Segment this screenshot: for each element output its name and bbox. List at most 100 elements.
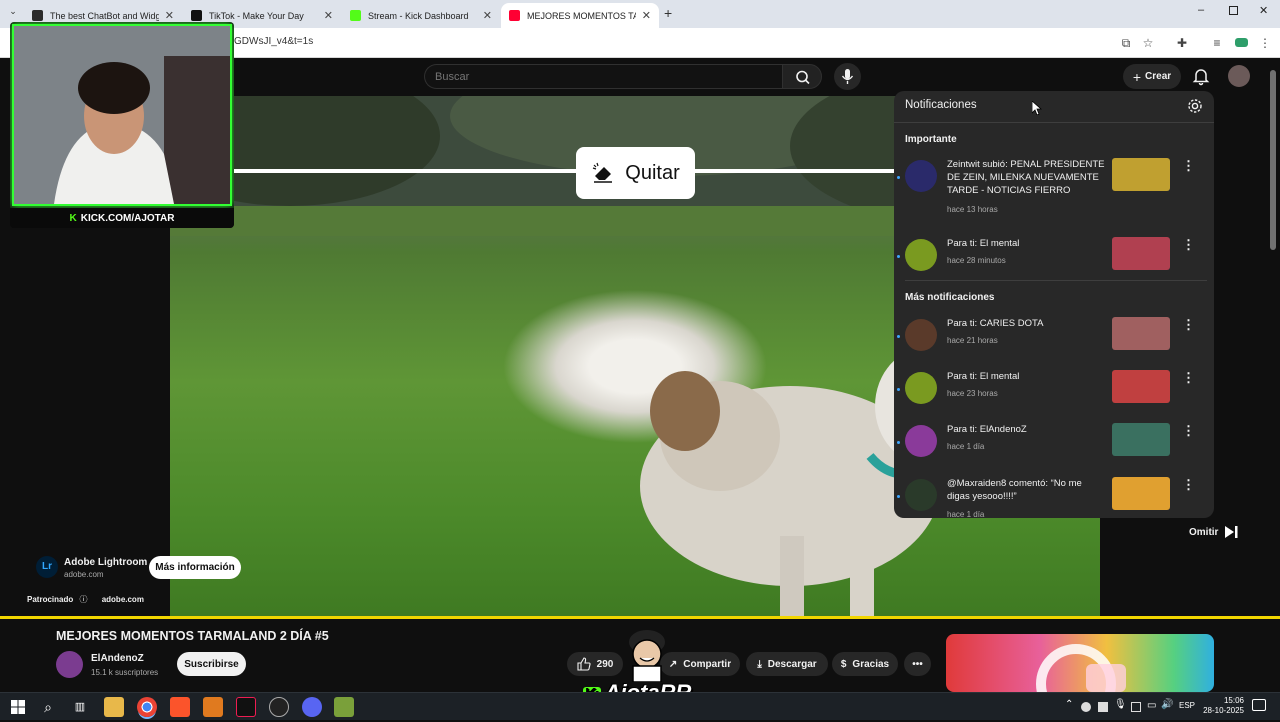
unread-dot <box>897 176 900 179</box>
windows-taskbar: ⌕ ▥ ⌃ 🎙 ▭ 🔊 ESP 15:06 28-10-2025 <box>0 692 1280 720</box>
mouse-cursor-icon <box>1032 101 1042 115</box>
webcam-frame <box>12 24 232 206</box>
subscriber-count: 15.1 k suscriptores <box>91 668 159 677</box>
unread-dot <box>897 441 900 444</box>
close-window-icon[interactable]: ✕ <box>1259 4 1268 17</box>
new-tab-icon[interactable]: + <box>664 5 672 21</box>
browser-tab[interactable]: Stream - Kick Dashboard ✕ <box>342 3 500 28</box>
browser-menu-icon[interactable]: ⋮ <box>1257 35 1273 51</box>
channel-avatar[interactable] <box>56 651 83 678</box>
media-control-icon[interactable]: ≡ <box>1209 35 1225 51</box>
more-vert-icon[interactable]: ⋮ <box>1182 424 1195 440</box>
tab-favicon-icon <box>32 10 43 21</box>
thumbs-up-icon <box>577 657 591 671</box>
notification-avatar <box>905 479 937 511</box>
search-input[interactable] <box>425 65 782 88</box>
sponsored-domain[interactable]: adobe.com <box>102 595 144 604</box>
profile-icon[interactable] <box>1233 35 1249 51</box>
info-icon[interactable]: ⓘ <box>79 595 87 604</box>
create-button[interactable]: + Crear <box>1123 64 1181 89</box>
notification-time: hace 28 minutos <box>947 256 1006 265</box>
more-info-button[interactable]: Más información <box>149 556 241 579</box>
streamer-webcam: K KICK.COM/AJOTAR <box>10 22 234 228</box>
skip-icon <box>1225 526 1238 538</box>
more-vert-icon[interactable]: ⋮ <box>1182 238 1195 254</box>
network-icon[interactable]: ▭ <box>1147 700 1156 711</box>
subscribe-button[interactable]: Suscribirse <box>177 652 246 676</box>
notification-thumbnail <box>1112 370 1170 403</box>
app-icon[interactable] <box>334 697 354 717</box>
search-box[interactable] <box>424 64 782 89</box>
notification-item[interactable]: Para ti: El mental hace 23 horas ⋮ <box>894 370 1214 422</box>
tab-search-button[interactable]: ⌄ <box>6 6 20 20</box>
section-more-heading: Más notificaciones <box>905 292 995 303</box>
voice-search-button[interactable] <box>834 63 861 90</box>
skip-label: Omitir <box>1189 526 1219 538</box>
windows-start-icon[interactable] <box>8 697 28 717</box>
chrome-icon[interactable] <box>137 697 157 717</box>
notification-item[interactable]: @Maxraiden8 comentó: “No me digas yesooo… <box>894 477 1214 518</box>
notification-time: hace 13 horas <box>947 205 998 214</box>
download-label: Descargar <box>767 658 817 670</box>
notification-thumbnail <box>1112 477 1170 510</box>
minimize-icon[interactable]: – <box>1198 4 1204 16</box>
volume-icon[interactable]: 🔊 <box>1161 699 1173 710</box>
close-tab-icon[interactable]: ✕ <box>642 9 651 22</box>
thanks-label: Gracias <box>852 658 890 670</box>
close-tab-icon[interactable]: ✕ <box>483 9 492 22</box>
notification-item[interactable]: Para ti: El mental hace 28 minutos ⋮ <box>894 237 1214 289</box>
obs-icon[interactable] <box>269 697 289 717</box>
language-indicator[interactable]: ESP <box>1179 701 1195 710</box>
file-explorer-icon[interactable] <box>104 697 124 717</box>
notification-center-icon[interactable] <box>1252 699 1266 711</box>
more-actions-button[interactable]: ••• <box>904 652 931 676</box>
more-vert-icon[interactable]: ⋮ <box>1182 478 1195 494</box>
extensions-icon[interactable]: ✚ <box>1174 35 1190 51</box>
more-vert-icon[interactable]: ⋮ <box>1182 318 1195 334</box>
thanks-button[interactable]: $ Gracias <box>832 652 898 676</box>
quitar-button[interactable]: Quitar <box>576 147 695 199</box>
account-avatar[interactable] <box>1228 65 1250 87</box>
browser-tab-active[interactable]: MEJORES MOMENTOS TARMA ✕ <box>501 3 659 28</box>
task-view-icon[interactable]: ▥ <box>70 697 90 717</box>
notifications-button[interactable] <box>1190 65 1212 87</box>
app-icon[interactable] <box>203 697 223 717</box>
companion-ad-banner[interactable] <box>946 634 1214 692</box>
notification-item[interactable]: Para ti: CARIES DOTA hace 21 horas ⋮ <box>894 317 1214 369</box>
more-vert-icon[interactable]: ⋮ <box>1182 371 1195 387</box>
kick-url-bar: K KICK.COM/AJOTAR <box>10 208 234 228</box>
sponsored-label: Patrocinado ⓘ adobe.com <box>27 594 158 605</box>
discord-icon[interactable] <box>302 697 322 717</box>
bookmark-star-icon[interactable]: ☆ <box>1140 35 1156 51</box>
close-tab-icon[interactable]: ✕ <box>165 9 174 22</box>
skip-ad-button[interactable]: Omitir <box>1189 526 1238 538</box>
tray-icon[interactable] <box>1098 702 1108 712</box>
tray-icon[interactable] <box>1081 702 1091 712</box>
system-clock[interactable]: 15:06 28-10-2025 <box>1196 696 1244 716</box>
install-app-icon[interactable]: ⧉ <box>1118 35 1134 51</box>
microphone-tray-icon[interactable]: 🎙 <box>1114 699 1127 710</box>
tab-favicon-icon <box>191 10 202 21</box>
advertiser-domain: adobe.com <box>64 570 104 579</box>
url-text[interactable]: GDWsJI_v4&t=1s <box>234 36 313 47</box>
tray-chevron-icon[interactable]: ⌃ <box>1065 699 1073 710</box>
notification-settings-button[interactable] <box>1186 97 1204 115</box>
search-icon[interactable]: ⌕ <box>38 697 58 717</box>
panel-divider <box>905 280 1207 281</box>
brave-icon[interactable] <box>170 697 190 717</box>
clock-time: 15:06 <box>1223 696 1244 705</box>
channel-name[interactable]: ElAndenoZ <box>91 653 144 664</box>
tiktok-icon[interactable] <box>236 697 256 717</box>
download-button[interactable]: ⤓ Descargar <box>746 652 828 676</box>
notification-item[interactable]: Zeintwit subió: PENAL PRESIDENTE DE ZEIN… <box>894 158 1214 214</box>
like-button[interactable]: 290 <box>567 652 623 676</box>
close-tab-icon[interactable]: ✕ <box>324 9 333 22</box>
restore-icon[interactable] <box>1229 6 1238 15</box>
page-scrollbar[interactable] <box>1270 70 1276 250</box>
search-button[interactable] <box>782 64 822 89</box>
more-vert-icon[interactable]: ⋮ <box>1182 159 1195 175</box>
notification-item[interactable]: Para ti: ElAndenoZ hace 1 día ⋮ <box>894 423 1214 475</box>
tray-icon[interactable] <box>1131 702 1141 712</box>
unread-dot <box>897 388 900 391</box>
plus-icon: + <box>1132 68 1142 85</box>
